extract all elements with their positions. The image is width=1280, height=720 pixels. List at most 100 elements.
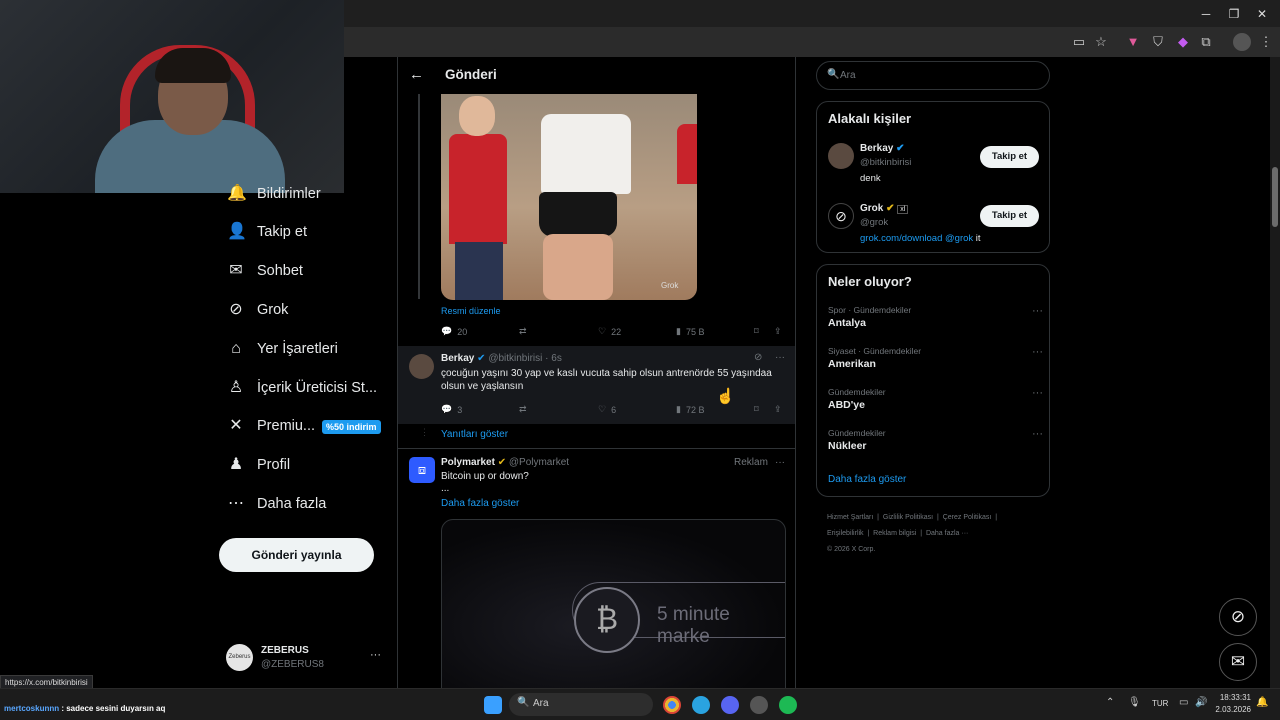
clock-time[interactable]: 18:33:31	[1215, 693, 1251, 702]
tray-chevron-icon[interactable]: ⌃	[1106, 697, 1114, 708]
messages-float-button[interactable]: ✉	[1219, 643, 1257, 681]
volume-icon[interactable]: 🔊	[1195, 697, 1207, 708]
search-box[interactable]: 🔍 Ara	[816, 61, 1050, 90]
extensions-puzzle-icon[interactable]: ⧉	[1197, 33, 1215, 51]
more-options-icon[interactable]: ···	[775, 457, 785, 468]
like-action[interactable]: ♡ 22	[598, 326, 621, 337]
reply-author-handle[interactable]: @bitkinbirisi	[488, 353, 542, 364]
like-action[interactable]: ♡ 6	[598, 404, 616, 415]
trend-more-icon[interactable]: ···	[1032, 428, 1043, 440]
nav-sohbet[interactable]: ✉ Sohbet	[227, 256, 303, 286]
trend-more-icon[interactable]: ···	[1032, 387, 1043, 399]
follow-button[interactable]: Takip et	[980, 146, 1039, 168]
grok-explain-icon[interactable]: ⊘	[754, 352, 762, 363]
person-handle[interactable]: @bitkinbirisi	[860, 157, 911, 168]
nav-daha-fazla[interactable]: ⋯ Daha fazla	[227, 489, 326, 519]
network-icon[interactable]: ▭	[1179, 697, 1188, 708]
nav-takip-et[interactable]: 👤 Takip et	[227, 217, 307, 247]
ad-media-image[interactable]: ₿ 5 minute marke	[441, 519, 786, 688]
trend-item[interactable]: Gündemdekiler ABD'ye ···	[828, 387, 1043, 411]
maximize-button[interactable]: ❐	[1220, 4, 1248, 24]
show-replies-link[interactable]: Yanıtları göster	[441, 429, 508, 440]
edited-image-link[interactable]: Resmi düzenle	[441, 306, 501, 316]
page-scrollbar[interactable]	[1270, 57, 1280, 688]
account-switcher[interactable]: Zeberus ZEBERUS @ZEBERUS8 ···	[226, 644, 386, 674]
chrome-icon[interactable]	[663, 696, 681, 714]
nav-yer-isaretleri[interactable]: ⌂ Yer İşaretleri	[227, 334, 338, 364]
ad-show-more-link[interactable]: Daha fazla göster	[441, 498, 519, 509]
trend-more-icon[interactable]: ···	[1032, 346, 1043, 358]
reply-avatar[interactable]	[409, 354, 434, 379]
footer-link[interactable]: Daha fazla ···	[926, 530, 968, 537]
shield-icon[interactable]: ⛉	[1149, 33, 1167, 51]
reply-action[interactable]: 💬 3	[441, 404, 462, 415]
language-indicator[interactable]: TUR	[1152, 699, 1168, 708]
install-app-icon[interactable]: ▭	[1070, 33, 1088, 51]
footer-link[interactable]: Reklam bilgisi	[873, 530, 916, 537]
reply-tweet[interactable]: Berkay ✔ @bitkinbirisi · 6s ⊘ ··· çocuğu…	[398, 346, 795, 424]
back-arrow-icon[interactable]: ←	[409, 66, 424, 83]
trend-item[interactable]: Spor · Gündemdekiler Antalya ···	[828, 305, 1043, 329]
ad-header: Polymarket ✔ @Polymarket	[441, 457, 569, 468]
views-action[interactable]: ▮ 72 B	[676, 404, 704, 415]
nav-icerik-ureticisi[interactable]: ♙ İçerik Üreticisi St...	[227, 373, 377, 403]
ad-author-name[interactable]: Polymarket	[441, 457, 495, 468]
ad-author-handle[interactable]: @Polymarket	[509, 457, 569, 468]
retweet-action[interactable]: ⇄	[519, 326, 527, 337]
post-button[interactable]: Gönderi yayınla	[219, 538, 374, 572]
search-input[interactable]: Ara	[840, 70, 856, 81]
person-name[interactable]: Grok ✔ xl	[860, 203, 909, 214]
bio-link[interactable]: grok.com/download @grok	[860, 233, 973, 244]
person-handle[interactable]: @grok	[860, 217, 888, 228]
views-action[interactable]: ▮ 75 B	[676, 326, 704, 337]
close-window-button[interactable]: ✕	[1248, 4, 1276, 24]
trend-item[interactable]: Gündemdekiler Nükleer ···	[828, 428, 1043, 452]
trend-item[interactable]: Siyaset · Gündemdekiler Amerikan ···	[828, 346, 1043, 370]
reply-author-name[interactable]: Berkay	[441, 353, 474, 364]
scrollbar-thumb[interactable]	[1272, 167, 1278, 227]
microphone-icon[interactable]: 🎙	[1128, 697, 1141, 708]
footer-link[interactable]: Hizmet Şartları	[827, 514, 873, 521]
footer-link[interactable]: Gizlilik Politikası	[883, 514, 933, 521]
avatar[interactable]	[828, 143, 854, 169]
trend-more-icon[interactable]: ···	[1032, 305, 1043, 317]
nav-premium[interactable]: ✕ Premiu...	[227, 411, 315, 441]
nav-grok[interactable]: ⊘ Grok	[227, 295, 288, 325]
reply-action[interactable]: 💬 20	[441, 326, 467, 337]
account-menu-icon[interactable]: ···	[370, 649, 381, 661]
reply-time[interactable]: · 6s	[545, 353, 562, 364]
polymarket-logo[interactable]: ⧈	[409, 457, 435, 483]
bookmark-star-icon[interactable]: ☆	[1092, 33, 1110, 51]
bookmark-action[interactable]: ⌑	[754, 326, 759, 337]
bookmark-action[interactable]: ⌑	[754, 404, 759, 415]
grok-avatar-icon[interactable]: ⊘	[828, 203, 854, 229]
tweet-media-image[interactable]: Grok	[441, 94, 697, 300]
more-options-icon[interactable]: ···	[775, 352, 785, 363]
premium-discount-badge[interactable]: %50 indirim	[322, 420, 381, 434]
spotify-icon[interactable]	[779, 696, 797, 714]
person-name[interactable]: Berkay ✔	[860, 143, 905, 154]
footer-link[interactable]: Çerez Politikası	[943, 514, 992, 521]
share-action[interactable]: ⇪	[774, 404, 782, 415]
extension-icon[interactable]: ▼	[1124, 33, 1142, 51]
clock-date[interactable]: 2.03.2026	[1213, 705, 1251, 714]
grok-float-button[interactable]: ⊘	[1219, 598, 1257, 636]
nav-bildirimler[interactable]: 🔔 Bildirimler	[227, 179, 321, 209]
taskbar-search[interactable]: 🔍 Ara	[509, 693, 653, 716]
share-action[interactable]: ⇪	[774, 326, 782, 337]
taskbar-search-input[interactable]: Ara	[533, 698, 549, 709]
notification-icon[interactable]: 🔔	[1256, 697, 1268, 708]
nav-profil[interactable]: ♟ Profil	[227, 450, 290, 480]
telegram-icon[interactable]	[692, 696, 710, 714]
follow-button[interactable]: Takip et	[980, 205, 1039, 227]
footer-link[interactable]: Erişilebilirlik	[827, 530, 864, 537]
minimize-button[interactable]: ─	[1192, 4, 1220, 24]
browser-menu-icon[interactable]: ⋮	[1257, 33, 1275, 51]
trends-show-more[interactable]: Daha fazla göster	[828, 474, 906, 485]
windows-start-icon[interactable]	[484, 696, 502, 714]
discord-icon[interactable]	[721, 696, 739, 714]
obs-icon[interactable]	[750, 696, 768, 714]
retweet-action[interactable]: ⇄	[519, 404, 527, 415]
extension-purple-icon[interactable]: ◆	[1174, 33, 1192, 51]
browser-profile-avatar[interactable]	[1233, 33, 1251, 51]
